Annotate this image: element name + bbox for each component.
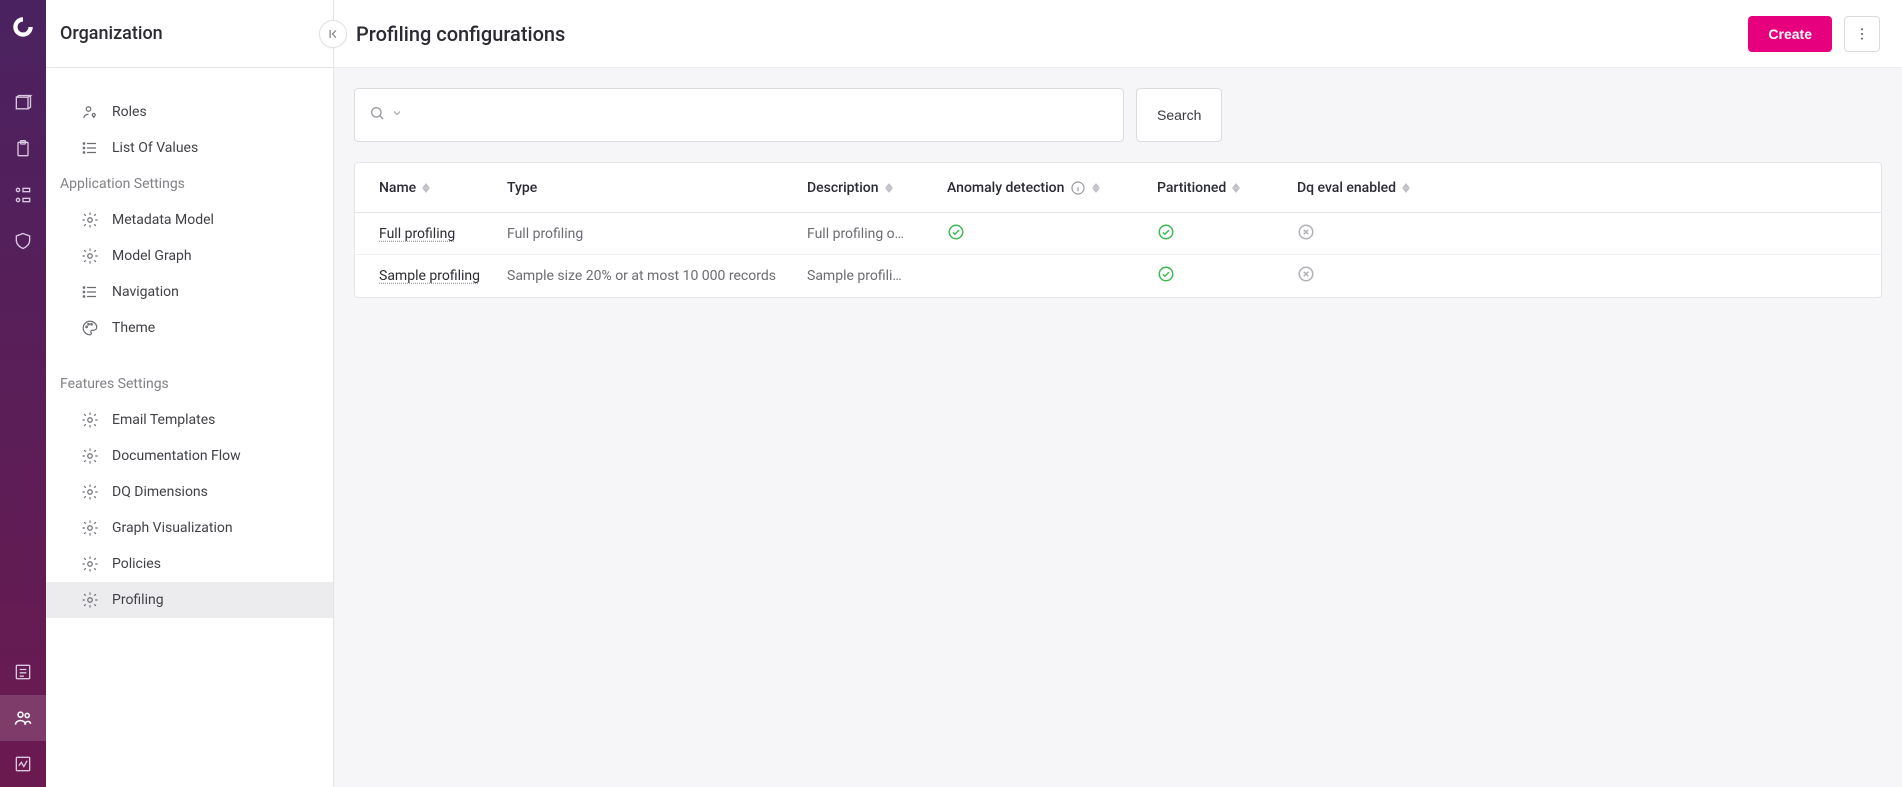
sidebar-item-model-graph[interactable]: Model Graph	[46, 238, 333, 274]
rail-item-organization[interactable]	[0, 695, 46, 741]
sidebar-item-label: Documentation Flow	[112, 448, 241, 464]
sidebar-item-profiling[interactable]: Profiling	[46, 582, 333, 618]
check-circle-icon	[1157, 265, 1175, 283]
search-box[interactable]	[354, 88, 1124, 142]
check-circle-icon	[1157, 223, 1175, 241]
sidebar-item-email-templates[interactable]: Email Templates	[46, 402, 333, 438]
column-header-name[interactable]: Name	[355, 180, 495, 196]
sidebar-item-roles[interactable]: Roles	[46, 94, 333, 130]
sidebar-item-graph-visualization[interactable]: Graph Visualization	[46, 510, 333, 546]
cell-type: Full profiling	[495, 226, 795, 242]
gear-icon	[80, 410, 100, 430]
roles-icon	[80, 102, 100, 122]
sidebar-item-label: Email Templates	[112, 412, 215, 428]
search-icon	[369, 105, 385, 125]
sidebar-section-features-settings: Features Settings	[46, 366, 333, 402]
page-title: Profiling configurations	[356, 22, 1736, 46]
sidebar-item-label: Model Graph	[112, 248, 192, 264]
sort-icon	[422, 183, 430, 193]
gear-icon	[80, 210, 100, 230]
rail-item-structure[interactable]	[0, 172, 46, 218]
create-button[interactable]: Create	[1748, 16, 1832, 52]
sidebar-collapse-button[interactable]	[319, 20, 347, 48]
sidebar-item-label: Metadata Model	[112, 212, 214, 228]
cell-anomaly	[935, 223, 1145, 245]
sort-icon	[885, 183, 893, 193]
sidebar-item-navigation[interactable]: Navigation	[46, 274, 333, 310]
gear-icon	[80, 482, 100, 502]
column-header-partitioned[interactable]: Partitioned	[1145, 180, 1285, 196]
page-header: Profiling configurations Create	[334, 0, 1902, 68]
sidebar-item-label: Roles	[112, 104, 147, 120]
cell-description: Full profiling o…	[795, 226, 935, 242]
more-actions-button[interactable]	[1844, 16, 1880, 52]
rail-item-clipboard[interactable]	[0, 126, 46, 172]
table-row: Sample profiling Sample size 20% or at mo…	[355, 255, 1881, 297]
cell-name: Full profiling	[355, 226, 495, 242]
sidebar-item-label: DQ Dimensions	[112, 484, 208, 500]
profiling-link[interactable]: Full profiling	[379, 226, 455, 242]
sidebar-item-policies[interactable]: Policies	[46, 546, 333, 582]
cell-partitioned	[1145, 223, 1285, 245]
sidebar-item-label: Graph Visualization	[112, 520, 233, 536]
rail-item-form[interactable]	[0, 649, 46, 695]
column-header-type[interactable]: Type	[495, 180, 795, 196]
sidebar-item-label: Navigation	[112, 284, 179, 300]
sidebar-item-label: Profiling	[112, 592, 164, 608]
cell-description: Sample profili…	[795, 268, 935, 284]
list-icon	[80, 282, 100, 302]
cell-name: Sample profiling	[355, 268, 495, 284]
table-row: Full profilingFull profilingFull profili…	[355, 213, 1881, 255]
info-icon[interactable]	[1070, 180, 1086, 196]
table-header: Name Type Description Anomaly detection …	[355, 163, 1881, 213]
sidebar: Organization Roles List Of Values Applic…	[46, 0, 334, 787]
app-logo	[10, 14, 36, 44]
sidebar-item-metadata-model[interactable]: Metadata Model	[46, 202, 333, 238]
search-button[interactable]: Search	[1136, 88, 1222, 142]
profiling-link[interactable]: Sample profiling	[379, 268, 480, 284]
rail-item-shield[interactable]	[0, 218, 46, 264]
column-header-dq-eval-enabled[interactable]: Dq eval enabled	[1285, 180, 1881, 196]
cell-dq	[1285, 223, 1881, 245]
gear-icon	[80, 590, 100, 610]
check-circle-icon	[947, 223, 965, 241]
rail-item-catalog[interactable]	[0, 80, 46, 126]
sidebar-item-label: List Of Values	[112, 140, 198, 156]
cell-anomaly	[935, 268, 1145, 284]
cross-circle-icon	[1297, 265, 1315, 283]
gear-icon	[80, 518, 100, 538]
column-header-description[interactable]: Description	[795, 180, 935, 196]
chevron-down-icon[interactable]	[391, 107, 403, 123]
gear-icon	[80, 246, 100, 266]
sidebar-item-documentation-flow[interactable]: Documentation Flow	[46, 438, 333, 474]
sidebar-item-theme[interactable]: Theme	[46, 310, 333, 346]
main: Profiling configurations Create Search N…	[334, 0, 1902, 787]
cell-partitioned	[1145, 265, 1285, 287]
list-icon	[80, 138, 100, 158]
cell-dq	[1285, 265, 1881, 287]
column-header-anomaly-detection[interactable]: Anomaly detection	[935, 180, 1145, 196]
search-input[interactable]	[409, 89, 1109, 141]
content-area: Search Name Type Description Anomaly det…	[334, 68, 1902, 787]
cell-type: Sample size 20% or at most 10 000 record…	[495, 268, 795, 284]
chevron-left-bar-icon	[326, 27, 340, 41]
sidebar-item-dq-dimensions[interactable]: DQ Dimensions	[46, 474, 333, 510]
sidebar-item-label: Theme	[112, 320, 155, 336]
sidebar-section-application-settings: Application Settings	[46, 166, 333, 202]
sort-icon	[1402, 183, 1410, 193]
gear-icon	[80, 554, 100, 574]
profiling-table: Name Type Description Anomaly detection …	[354, 162, 1882, 298]
gear-icon	[80, 446, 100, 466]
palette-icon	[80, 318, 100, 338]
sidebar-item-label: Policies	[112, 556, 161, 572]
sort-icon	[1232, 183, 1240, 193]
sort-icon	[1092, 183, 1100, 193]
icon-rail	[0, 0, 46, 787]
rail-item-monitor[interactable]	[0, 741, 46, 787]
sidebar-item-list-of-values[interactable]: List Of Values	[46, 130, 333, 166]
cross-circle-icon	[1297, 223, 1315, 241]
more-vertical-icon	[1854, 26, 1870, 42]
sidebar-title: Organization	[46, 0, 333, 68]
